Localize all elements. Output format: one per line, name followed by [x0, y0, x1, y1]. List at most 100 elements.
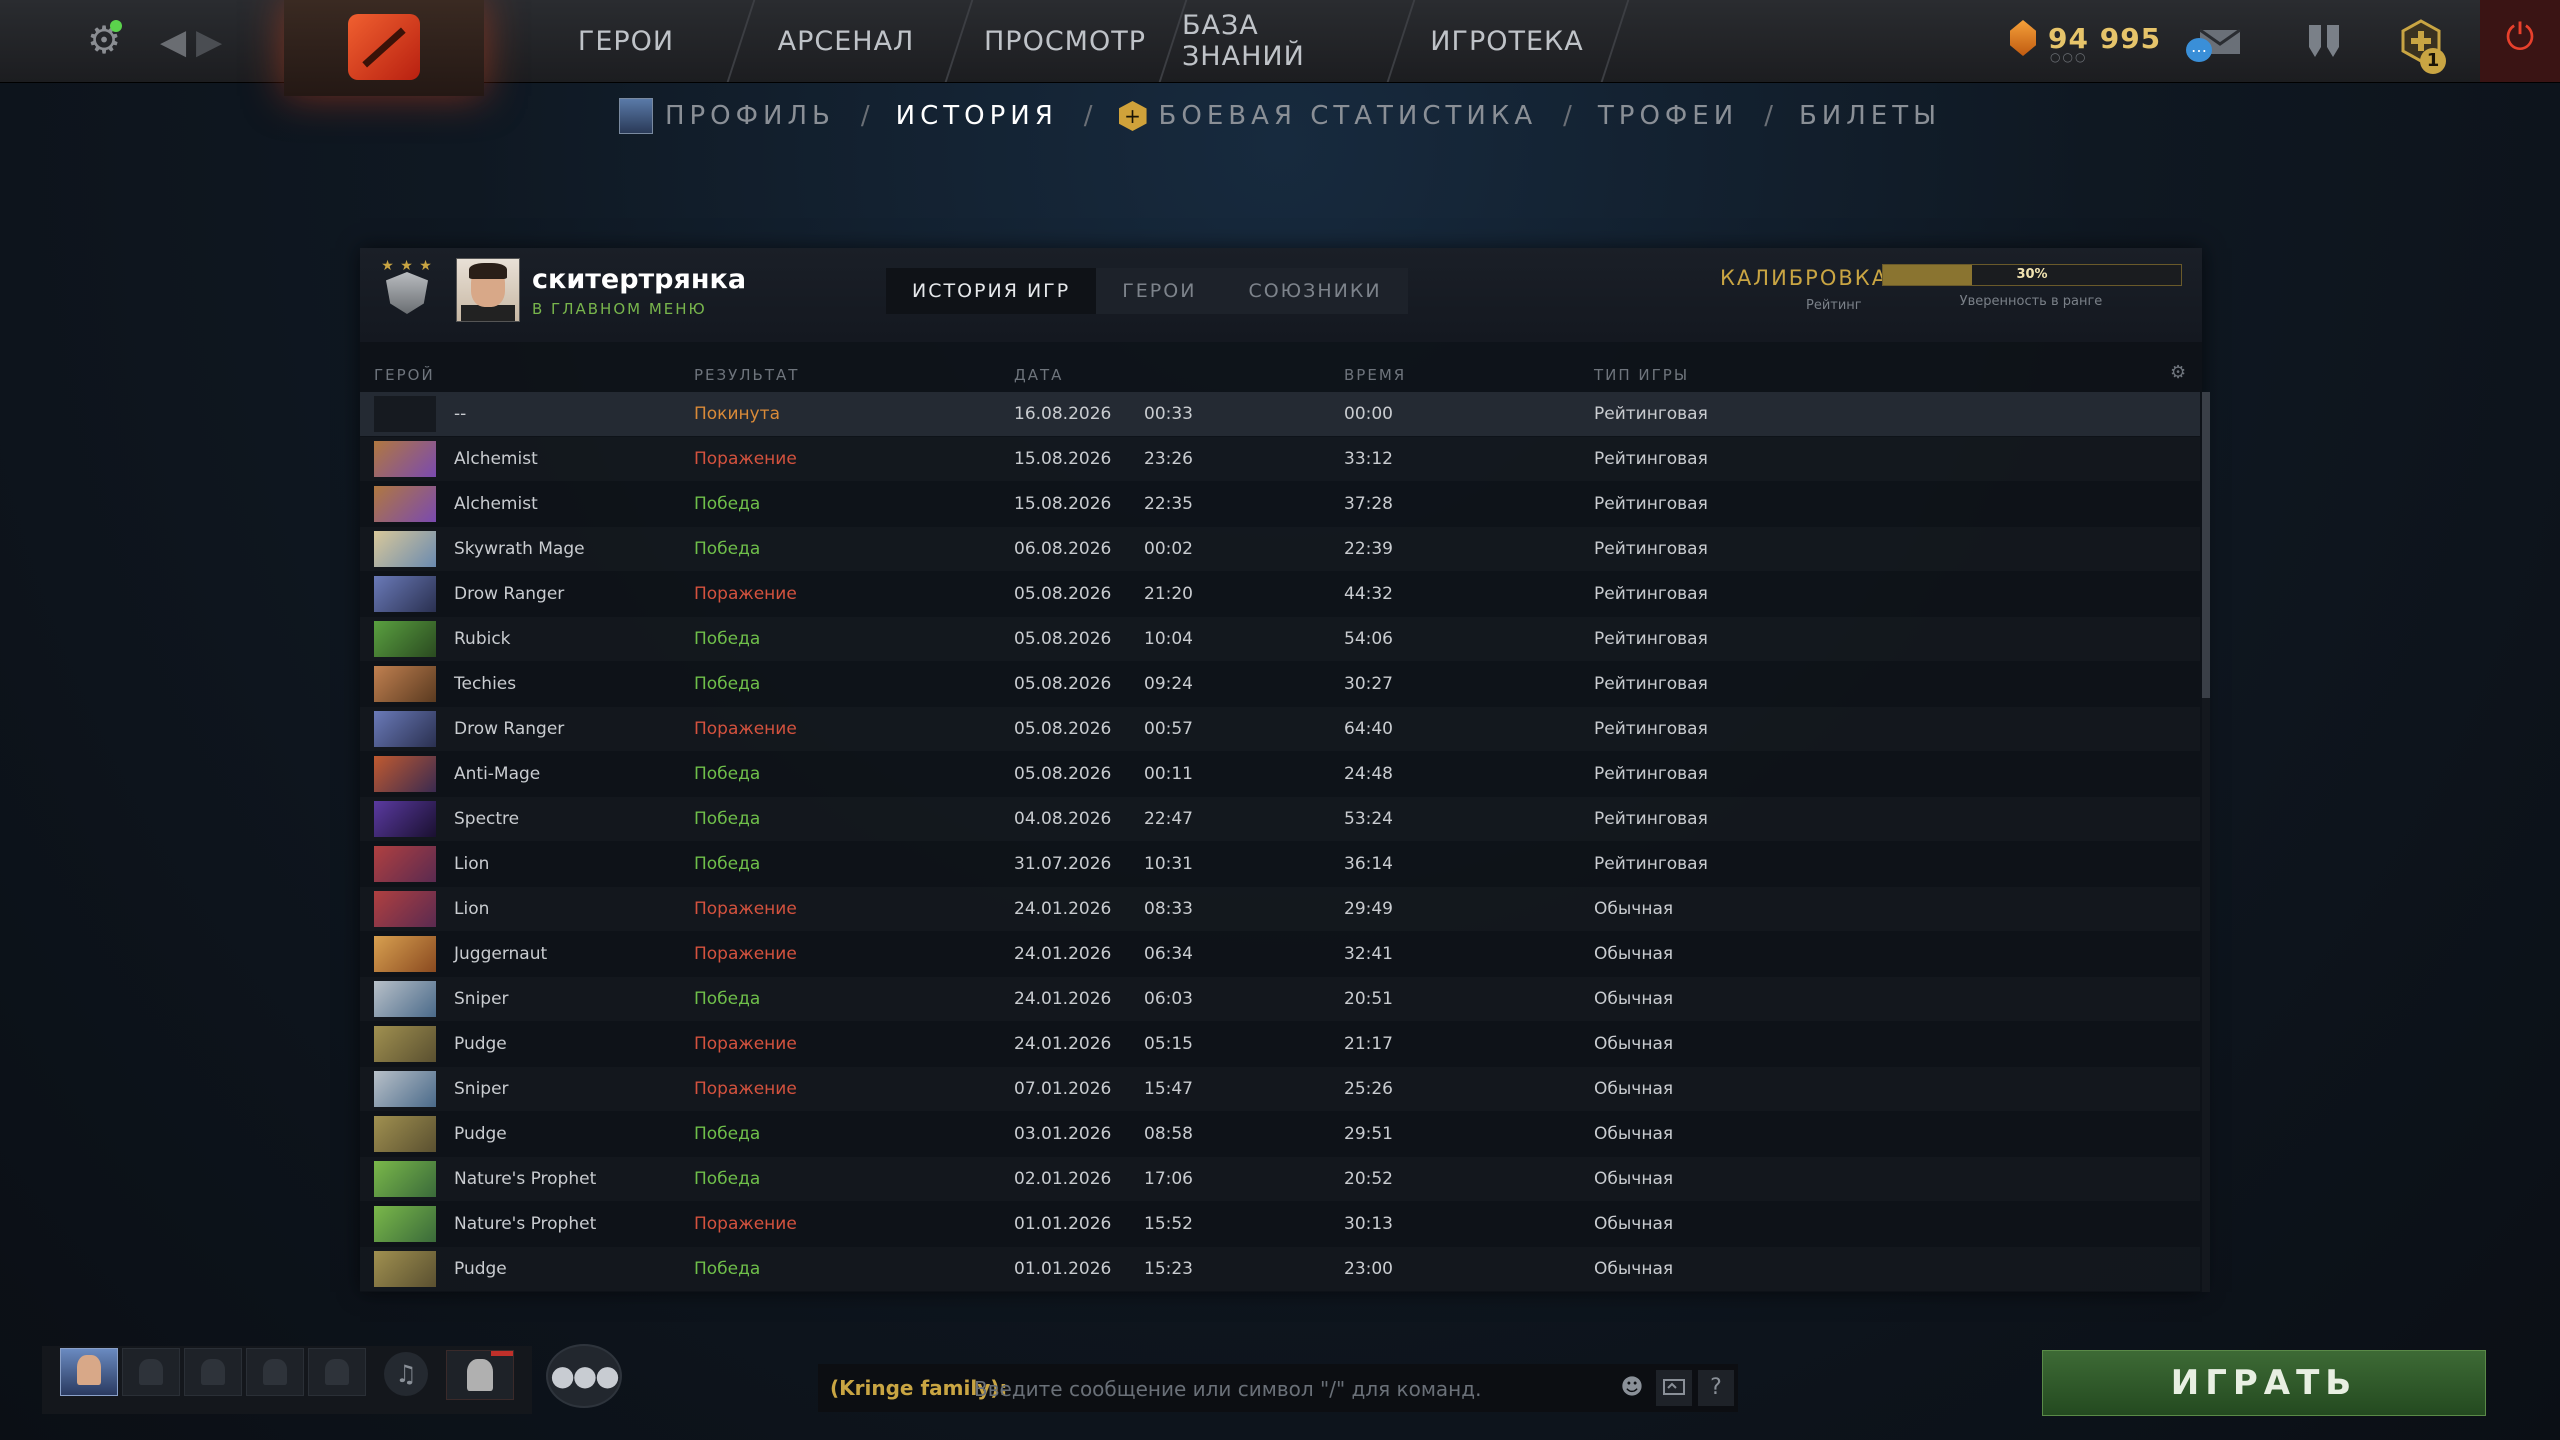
table-row[interactable]: Juggernaut Поражение 24.01.2026 06:34 32:41 О… — [360, 932, 2200, 976]
table-row[interactable]: Nature's Prophet Победа 02.01.2026 17:06 20:… — [360, 1157, 2200, 1201]
chat-notification-icon: … — [2186, 38, 2212, 62]
nav-arsenal[interactable]: АРСЕНАЛ — [762, 0, 930, 82]
chat-input[interactable] — [972, 1372, 1616, 1406]
game-type: Обычная — [1594, 989, 1674, 1009]
subnav-history[interactable]: ИСТОРИЯ — [896, 101, 1058, 131]
tab-match-history[interactable]: ИСТОРИЯ ИГР — [886, 268, 1097, 314]
table-row[interactable]: Sniper Победа 24.01.2026 06:03 20:51 Обычная — [360, 977, 2200, 1021]
hero-name: Pudge — [454, 1034, 507, 1054]
forward-arrow-icon[interactable]: ▶ — [196, 22, 222, 62]
battle-pass-icon[interactable] — [2298, 0, 2348, 82]
match-duration: 00:00 — [1344, 404, 1393, 424]
player-name: скитертрянка — [532, 264, 747, 295]
party-slot-empty[interactable] — [122, 1348, 180, 1396]
voice-chat-icon[interactable]: ♫ — [384, 1352, 428, 1396]
game-type: Рейтинговая — [1594, 584, 1708, 604]
match-date: 01.01.2026 — [1014, 1214, 1112, 1234]
avatar[interactable] — [456, 258, 520, 322]
hero-name: Rubick — [454, 629, 511, 649]
table-row[interactable]: Alchemist Поражение 15.08.2026 23:26 33:12 Ре… — [360, 437, 2200, 481]
col-game-type[interactable]: ТИП ИГРЫ — [1594, 366, 1689, 384]
subnav-battle-stats[interactable]: + БОЕВАЯ СТАТИСТИКА — [1118, 101, 1538, 131]
table-row[interactable]: Nature's Prophet Поражение 01.01.2026 15:52… — [360, 1202, 2200, 1246]
table-row[interactable]: -- Покинута 16.08.2026 00:33 00:00 Рейтингова… — [360, 392, 2200, 436]
subnav-profile-label: ПРОФИЛЬ — [664, 101, 835, 131]
nav-heroes[interactable]: ГЕРОИ — [540, 0, 712, 82]
tab-heroes[interactable]: ГЕРОИ — [1096, 268, 1222, 314]
team-party-icon[interactable]: ●●● — [546, 1344, 622, 1408]
party-slot-empty[interactable] — [184, 1348, 242, 1396]
col-hero[interactable]: ГЕРОЙ — [374, 366, 435, 384]
match-date: 31.07.2026 — [1014, 854, 1112, 874]
table-row[interactable]: Drow Ranger Поражение 05.08.2026 00:57 64:40… — [360, 707, 2200, 751]
match-time: 00:02 — [1144, 539, 1193, 559]
col-result[interactable]: РЕЗУЛЬТАТ — [694, 366, 799, 384]
match-result: Победа — [694, 629, 761, 649]
exit-button[interactable]: ⏻ — [2480, 0, 2560, 82]
emoji-icon[interactable]: ☻ — [1614, 1370, 1650, 1406]
settings-update-dot — [110, 20, 122, 32]
table-row[interactable]: Techies Победа 05.08.2026 09:24 30:27 Рейтинг… — [360, 662, 2200, 706]
match-duration: 44:32 — [1344, 584, 1393, 604]
table-row[interactable]: Pudge Поражение 24.01.2026 05:15 21:17 Обычна… — [360, 1022, 2200, 1066]
match-date: 05.08.2026 — [1014, 584, 1112, 604]
col-duration[interactable]: ВРЕМЯ — [1344, 366, 1406, 384]
table-settings-gear-icon[interactable]: ⚙ — [2170, 362, 2186, 383]
nav-separator — [726, 0, 756, 82]
nav-arcade[interactable]: ИГРОТЕКА — [1412, 0, 1602, 82]
rank-medal-icon[interactable]: ★ ★ ★ — [380, 258, 434, 318]
chat-wheel-icon[interactable] — [1656, 1370, 1692, 1406]
hero-portrait — [374, 756, 436, 792]
hero-portrait — [374, 531, 436, 567]
party-slot-empty[interactable] — [308, 1348, 366, 1396]
match-result: Поражение — [694, 899, 797, 919]
match-duration: 30:13 — [1344, 1214, 1393, 1234]
table-row[interactable]: Lion Поражение 24.01.2026 08:33 29:49 Обычная — [360, 887, 2200, 931]
hero-portrait — [374, 396, 436, 432]
table-row[interactable]: Drow Ranger Поражение 05.08.2026 21:20 44:32… — [360, 572, 2200, 616]
match-time: 23:26 — [1144, 449, 1193, 469]
table-row[interactable]: Sniper Поражение 07.01.2026 15:47 25:26 Обычн… — [360, 1067, 2200, 1111]
subnav-tickets[interactable]: БИЛЕТЫ — [1799, 101, 1941, 131]
hero-name: Drow Ranger — [454, 584, 565, 604]
subnav-trophies[interactable]: ТРОФЕИ — [1598, 101, 1738, 131]
match-date: 07.01.2026 — [1014, 1079, 1112, 1099]
party-slot-empty[interactable] — [246, 1348, 304, 1396]
scrollbar-thumb[interactable] — [2202, 392, 2210, 698]
back-arrow-icon[interactable]: ◀ — [160, 22, 186, 62]
coach-slot[interactable] — [446, 1350, 514, 1400]
hero-portrait — [374, 441, 436, 477]
match-time: 15:23 — [1144, 1259, 1193, 1279]
hero-portrait — [374, 801, 436, 837]
nav-separator — [1600, 0, 1630, 82]
party-slot-self[interactable] — [60, 1348, 118, 1396]
subnav-separator: / — [860, 101, 870, 131]
table-row[interactable]: Spectre Победа 04.08.2026 22:47 53:24 Рейтинг… — [360, 797, 2200, 841]
match-duration: 29:49 — [1344, 899, 1393, 919]
match-history-panel: ★ ★ ★ скитертрянка В ГЛАВНОМ МЕНЮ ИСТОРИ… — [360, 248, 2202, 1292]
subnav-profile[interactable]: ПРОФИЛЬ — [618, 98, 835, 134]
chat-help-icon[interactable]: ? — [1698, 1370, 1734, 1406]
tab-allies[interactable]: СОЮЗНИКИ — [1222, 268, 1407, 314]
table-row[interactable]: Pudge Победа 01.01.2026 15:23 23:00 Обычная — [360, 1247, 2200, 1291]
match-list-scrollbar[interactable] — [2202, 392, 2210, 1292]
table-row[interactable]: Lion Победа 31.07.2026 10:31 36:14 Рейтингова… — [360, 842, 2200, 886]
play-button[interactable]: ИГРАТЬ — [2042, 1350, 2486, 1416]
nav-knowledge-base[interactable]: БАЗА ЗНАНИЙ — [1182, 0, 1390, 82]
rank-confidence-percent: 30% — [2016, 267, 2048, 282]
subnav-trophies-label: ТРОФЕИ — [1597, 101, 1739, 131]
table-row[interactable]: Skywrath Mage Победа 06.08.2026 00:02 22:39 Р… — [360, 527, 2200, 571]
hero-portrait — [374, 1116, 436, 1152]
match-date: 15.08.2026 — [1014, 449, 1112, 469]
table-row[interactable]: Alchemist Победа 15.08.2026 22:35 37:28 Рейти… — [360, 482, 2200, 526]
col-date[interactable]: ДАТА — [1014, 366, 1063, 384]
hero-portrait — [374, 846, 436, 882]
table-row[interactable]: Rubick Победа 05.08.2026 10:04 54:06 Рейтинго… — [360, 617, 2200, 661]
game-type: Обычная — [1594, 1259, 1674, 1279]
table-row[interactable]: Pudge Победа 03.01.2026 08:58 29:51 Обычная — [360, 1112, 2200, 1156]
match-result: Победа — [694, 494, 761, 514]
match-time: 06:03 — [1144, 989, 1193, 1009]
dota-logo-button[interactable] — [284, 0, 484, 96]
nav-watch[interactable]: ПРОСМОТР — [980, 0, 1150, 82]
table-row[interactable]: Anti-Mage Победа 05.08.2026 00:11 24:48 Рейти… — [360, 752, 2200, 796]
